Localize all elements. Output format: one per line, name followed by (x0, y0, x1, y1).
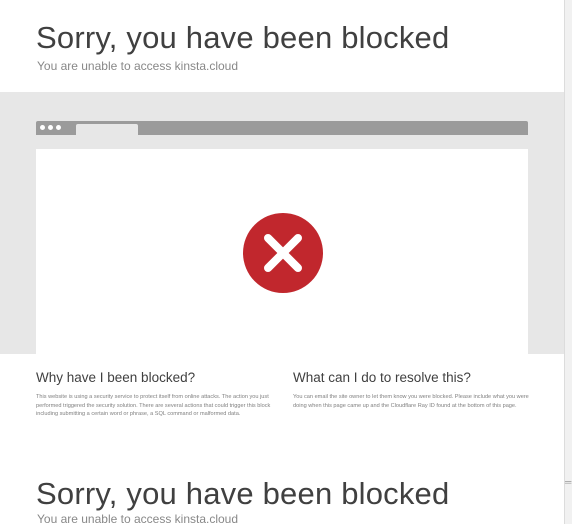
resolve-text: You can email the site owner to let them… (293, 394, 529, 409)
scroll-marker-icon: ═ (565, 477, 572, 487)
resolve-section: What can I do to resolve this? You can e… (293, 370, 529, 410)
page-title: Sorry, you have been blocked (36, 20, 450, 55)
why-blocked-text: This website is using a security service… (36, 394, 271, 418)
browser-tab (76, 124, 138, 135)
resolve-heading: What can I do to resolve this? (293, 370, 471, 385)
why-blocked-section: Why have I been blocked? This website is… (36, 370, 272, 419)
blocked-page: Sorry, you have been blocked You are una… (0, 0, 564, 524)
repeated-header: Sorry, you have been blocked You are una… (0, 474, 564, 524)
header: Sorry, you have been blocked You are una… (0, 0, 564, 92)
scrollbar[interactable]: ═ (564, 0, 572, 524)
browser-window-dots (40, 125, 61, 130)
window-dot-icon (48, 125, 53, 130)
window-dot-icon (56, 125, 61, 130)
browser-toolbar (36, 121, 528, 135)
explanation-sections: Why have I been blocked? This website is… (0, 354, 564, 462)
error-x-icon (243, 213, 323, 293)
repeated-page-subtitle: You are unable to access kinsta.cloud (37, 512, 239, 524)
repeated-page-title: Sorry, you have been blocked (36, 476, 450, 511)
page-subtitle: You are unable to access kinsta.cloud (37, 59, 239, 73)
why-blocked-heading: Why have I been blocked? (36, 370, 196, 385)
x-mark-icon (264, 234, 302, 272)
window-dot-icon (40, 125, 45, 130)
